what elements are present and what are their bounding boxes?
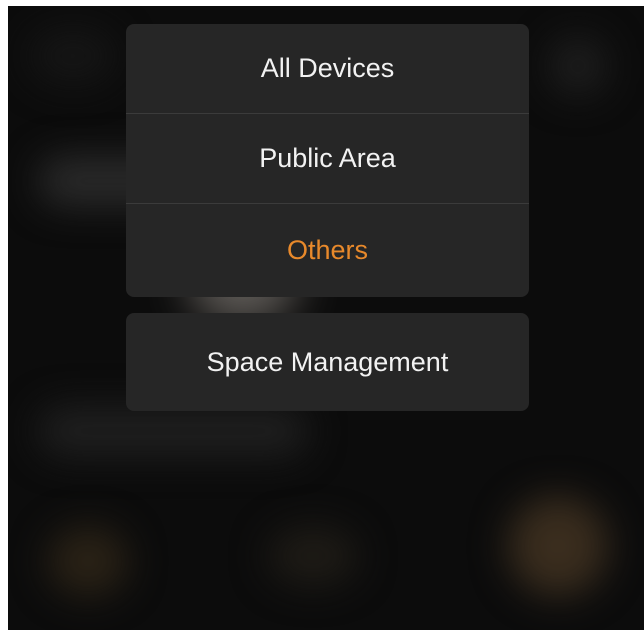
menu-item-public-area[interactable]: Public Area [126, 114, 529, 204]
space-management-card: Space Management [126, 313, 529, 411]
space-filter-menu: All Devices Public Area Others [126, 24, 529, 297]
space-management-button[interactable]: Space Management [126, 313, 529, 411]
menu-item-all-devices[interactable]: All Devices [126, 24, 529, 114]
menu-item-others[interactable]: Others [126, 204, 529, 297]
menu-item-label: Public Area [259, 143, 396, 173]
space-management-label: Space Management [206, 346, 449, 377]
screen: All Devices Public Area Others Space Man… [0, 0, 644, 644]
menu-item-label: Others [286, 235, 369, 265]
menu-item-label: All Devices [260, 53, 395, 83]
